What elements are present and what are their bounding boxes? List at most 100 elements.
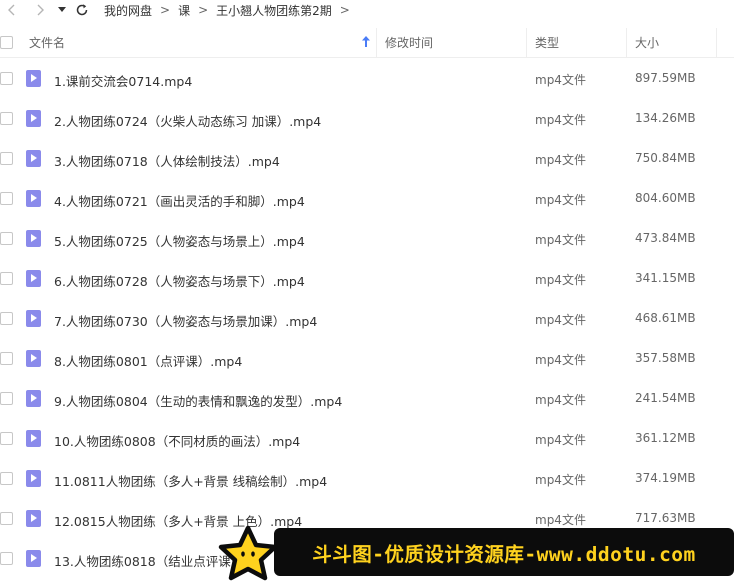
row-checkbox[interactable] [0,112,13,125]
file-size: 374.19MB [635,471,696,485]
watermark-banner: 斗斗图-优质设计资源库-www.ddotu.com [218,525,734,581]
video-file-icon [26,110,41,127]
file-size: 804.60MB [635,191,696,205]
column-header-type[interactable]: 类型 [527,27,627,58]
star-icon [218,525,278,581]
file-type: mp4文件 [535,433,586,447]
breadcrumb-item-my-drive[interactable]: 我的网盘 [104,2,152,19]
column-header-modified[interactable]: 修改时间 [377,27,527,58]
file-size: 341.15MB [635,271,696,285]
watermark-text: 斗斗图-优质设计资源库-www.ddotu.com [312,542,696,566]
file-name[interactable]: 4.人物团练0721（画出灵活的手和脚）.mp4 [54,191,305,210]
caret-down-icon[interactable] [52,1,72,19]
file-size: 134.26MB [635,111,696,125]
select-all-checkbox[interactable] [0,36,13,49]
video-file-icon [26,430,41,447]
table-row[interactable]: 1.课前交流会0714.mp4 mp4文件 897.59MB [0,58,734,98]
video-file-icon [26,550,41,567]
breadcrumb-item-current-folder[interactable]: 王小翘人物团练第2期 [216,2,332,19]
row-checkbox[interactable] [0,472,13,485]
file-name[interactable]: 13.人物团练0818（结业点评课） [54,551,243,570]
file-size: 468.61MB [635,311,696,325]
table-row[interactable]: 10.人物团练0808（不同材质的画法）.mp4 mp4文件 361.12MB [0,418,734,458]
file-type: mp4文件 [535,393,586,407]
chevron-left-icon[interactable] [2,1,22,19]
refresh-icon[interactable] [72,1,92,19]
row-checkbox[interactable] [0,272,13,285]
file-name[interactable]: 6.人物团练0728（人物姿态与场景下）.mp4 [54,271,305,290]
row-checkbox[interactable] [0,152,13,165]
row-checkbox[interactable] [0,432,13,445]
file-size: 357.58MB [635,351,696,365]
video-file-icon [26,470,41,487]
arrow-up-icon[interactable] [362,35,370,50]
file-size: 897.59MB [635,71,696,85]
file-type: mp4文件 [535,73,586,87]
navigation-bar: 我的网盘 > 课 > 王小翘人物团练第2期 > [0,0,734,20]
file-name[interactable]: 5.人物团练0725（人物姿态与场景上）.mp4 [54,231,305,250]
breadcrumb-separator: > [198,3,209,17]
file-size: 750.84MB [635,151,696,165]
file-size: 361.12MB [635,431,696,445]
chevron-right-icon[interactable] [30,1,50,19]
file-type: mp4文件 [535,273,586,287]
file-name[interactable]: 3.人物团练0718（人体绘制技法）.mp4 [54,151,280,170]
video-file-icon [26,70,41,87]
table-row[interactable]: 5.人物团练0725（人物姿态与场景上）.mp4 mp4文件 473.84MB [0,218,734,258]
column-header-type-label: 类型 [535,36,560,50]
file-type: mp4文件 [535,353,586,367]
video-file-icon [26,190,41,207]
video-file-icon [26,150,41,167]
column-header-size-label: 大小 [635,36,660,50]
table-row[interactable]: 6.人物团练0728（人物姿态与场景下）.mp4 mp4文件 341.15MB [0,258,734,298]
video-file-icon [26,350,41,367]
row-checkbox[interactable] [0,312,13,325]
breadcrumb-separator: > [160,3,171,17]
row-checkbox[interactable] [0,512,13,525]
file-type: mp4文件 [535,313,586,327]
file-name[interactable]: 9.人物团练0804（生动的表情和飘逸的发型）.mp4 [54,391,342,410]
file-size: 473.84MB [635,231,696,245]
file-name[interactable]: 7.人物团练0730（人物姿态与场景加课）.mp4 [54,311,317,330]
row-checkbox[interactable] [0,552,13,565]
video-file-icon [26,390,41,407]
table-row[interactable]: 3.人物团练0718（人体绘制技法）.mp4 mp4文件 750.84MB [0,138,734,178]
column-header-name-label: 文件名 [29,36,66,50]
video-file-icon [26,270,41,287]
watermark-bar: 斗斗图-优质设计资源库-www.ddotu.com [274,528,734,576]
column-header-size[interactable]: 大小 [627,27,717,58]
file-table-header: 文件名 修改时间 类型 大小 [0,27,734,58]
row-checkbox[interactable] [0,392,13,405]
breadcrumb-item-course[interactable]: 课 [178,2,190,19]
row-checkbox[interactable] [0,192,13,205]
table-row[interactable]: 9.人物团练0804（生动的表情和飘逸的发型）.mp4 mp4文件 241.54… [0,378,734,418]
file-name[interactable]: 11.0811人物团练（多人+背景 线稿绘制）.mp4 [54,471,327,490]
video-file-icon [26,510,41,527]
breadcrumb-separator: > [339,3,350,17]
row-checkbox[interactable] [0,232,13,245]
file-name[interactable]: 10.人物团练0808（不同材质的画法）.mp4 [54,431,300,450]
table-row[interactable]: 2.人物团练0724（火柴人动态练习 加课）.mp4 mp4文件 134.26M… [0,98,734,138]
column-header-modified-label: 修改时间 [385,36,434,50]
file-type: mp4文件 [535,153,586,167]
video-file-icon [26,230,41,247]
file-size: 241.54MB [635,391,696,405]
file-type: mp4文件 [535,233,586,247]
column-header-name[interactable]: 文件名 [20,27,377,58]
row-checkbox[interactable] [0,72,13,85]
file-list: 1.课前交流会0714.mp4 mp4文件 897.59MB 2.人物团练072… [0,58,734,578]
table-row[interactable]: 11.0811人物团练（多人+背景 线稿绘制）.mp4 mp4文件 374.19… [0,458,734,498]
file-type: mp4文件 [535,473,586,487]
file-type: mp4文件 [535,193,586,207]
table-row[interactable]: 8.人物团练0801（点评课）.mp4 mp4文件 357.58MB [0,338,734,378]
table-row[interactable]: 4.人物团练0721（画出灵活的手和脚）.mp4 mp4文件 804.60MB [0,178,734,218]
file-size: 717.63MB [635,511,696,525]
file-name[interactable]: 8.人物团练0801（点评课）.mp4 [54,351,242,370]
row-checkbox[interactable] [0,352,13,365]
breadcrumb: 我的网盘 > 课 > 王小翘人物团练第2期 > [104,2,358,19]
table-row[interactable]: 7.人物团练0730（人物姿态与场景加课）.mp4 mp4文件 468.61MB [0,298,734,338]
file-type: mp4文件 [535,113,586,127]
file-name[interactable]: 1.课前交流会0714.mp4 [54,71,192,90]
video-file-icon [26,310,41,327]
file-name[interactable]: 2.人物团练0724（火柴人动态练习 加课）.mp4 [54,111,321,130]
